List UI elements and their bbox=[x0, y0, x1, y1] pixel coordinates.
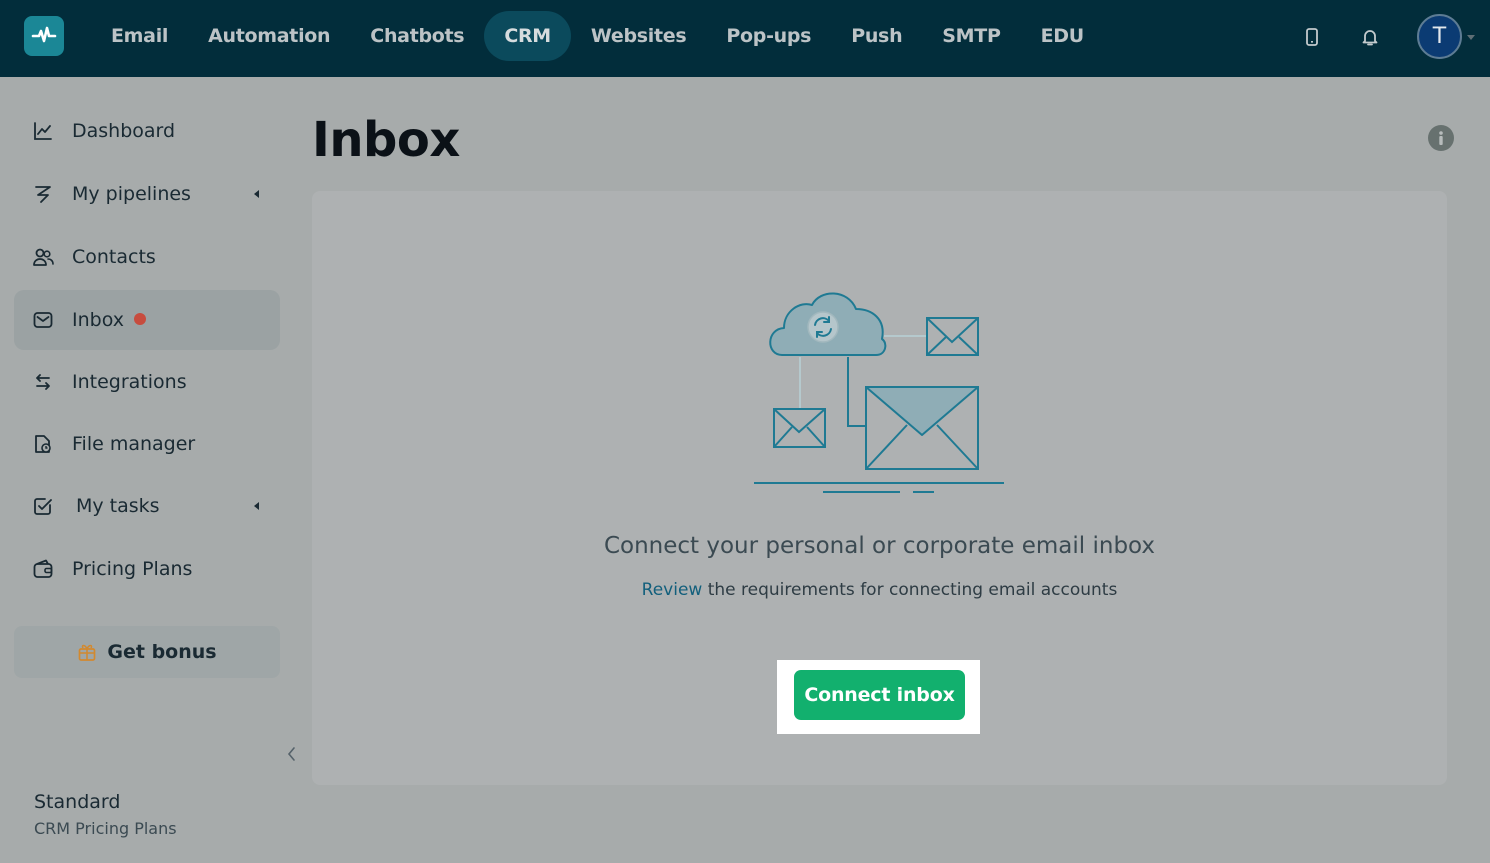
chevron-left-icon bbox=[287, 747, 295, 761]
nav-websites[interactable]: Websites bbox=[571, 11, 706, 61]
sidebar-item-my-pipelines[interactable]: My pipelines bbox=[14, 164, 280, 224]
chart-line-icon bbox=[32, 120, 54, 142]
cloud-email-illustration bbox=[754, 292, 1004, 493]
sidebar-item-label: Pricing Plans bbox=[72, 558, 193, 580]
sidebar-item-contacts[interactable]: Contacts bbox=[14, 227, 280, 287]
sidebar-item-file-manager[interactable]: File manager bbox=[14, 414, 280, 474]
wallet-icon bbox=[32, 558, 54, 580]
collapse-sidebar-button[interactable] bbox=[282, 744, 300, 764]
caret-left-icon[interactable] bbox=[254, 502, 259, 510]
nav-push[interactable]: Push bbox=[831, 11, 922, 61]
mobile-icon[interactable] bbox=[1299, 24, 1325, 50]
empty-state-headline: Connect your personal or corporate email… bbox=[603, 533, 1156, 559]
sidebar-item-label: My pipelines bbox=[72, 183, 191, 205]
connect-inbox-button[interactable]: Connect inbox bbox=[794, 670, 965, 720]
notification-dot bbox=[134, 313, 146, 325]
inbox-icon bbox=[32, 309, 54, 331]
pricing-plans-link[interactable]: CRM Pricing Plans bbox=[34, 819, 177, 838]
sidebar-item-label: Dashboard bbox=[72, 120, 176, 142]
sidebar: Dashboard My pipelines Contacts Inbox In… bbox=[0, 77, 296, 863]
review-requirements-link[interactable]: Review bbox=[642, 580, 703, 600]
sidebar-item-pricing-plans[interactable]: Pricing Plans bbox=[14, 539, 280, 599]
nav-email[interactable]: Email bbox=[91, 11, 188, 61]
bell-icon[interactable] bbox=[1357, 24, 1383, 50]
pulse-logo-icon bbox=[31, 26, 57, 43]
sidebar-item-integrations[interactable]: Integrations bbox=[14, 352, 280, 412]
sidebar-item-label: My tasks bbox=[76, 495, 160, 517]
sidebar-item-my-tasks[interactable]: My tasks bbox=[14, 476, 280, 536]
pipeline-icon bbox=[32, 183, 54, 205]
nav-smtp[interactable]: SMTP bbox=[922, 11, 1020, 61]
connect-inbox-highlight: Connect inbox bbox=[777, 660, 980, 734]
sidebar-item-label: Integrations bbox=[72, 371, 187, 393]
nav-popups[interactable]: Pop-ups bbox=[706, 11, 831, 61]
get-bonus-button[interactable]: Get bonus bbox=[14, 626, 280, 678]
plan-name: Standard bbox=[34, 791, 121, 813]
sidebar-item-label: Inbox bbox=[72, 290, 146, 350]
sidebar-item-label: Contacts bbox=[72, 246, 156, 268]
sidebar-item-label: File manager bbox=[72, 433, 196, 455]
top-navigation-bar: Email Automation Chatbots CRM Websites P… bbox=[0, 0, 1490, 77]
page-title: Inbox bbox=[312, 112, 460, 168]
nav-chatbots[interactable]: Chatbots bbox=[350, 11, 484, 61]
sidebar-item-inbox[interactable]: Inbox bbox=[14, 290, 280, 350]
subline-text: the requirements for connecting email ac… bbox=[702, 580, 1118, 600]
get-bonus-label: Get bonus bbox=[107, 641, 217, 663]
inbox-label: Inbox bbox=[72, 309, 124, 331]
nav-edu[interactable]: EDU bbox=[1021, 11, 1104, 61]
user-avatar[interactable]: T bbox=[1417, 14, 1462, 59]
info-icon[interactable] bbox=[1428, 125, 1454, 151]
contacts-icon bbox=[32, 246, 54, 268]
nav-crm[interactable]: CRM bbox=[484, 11, 571, 61]
app-logo[interactable] bbox=[24, 16, 64, 56]
sidebar-item-dashboard[interactable]: Dashboard bbox=[14, 101, 280, 161]
chevron-down-icon[interactable] bbox=[1467, 35, 1475, 40]
gift-icon bbox=[79, 644, 96, 661]
nav-automation[interactable]: Automation bbox=[188, 11, 350, 61]
file-manager-icon bbox=[32, 433, 54, 455]
task-check-icon bbox=[32, 495, 54, 517]
caret-left-icon[interactable] bbox=[254, 190, 259, 198]
arrows-swap-icon bbox=[32, 371, 54, 393]
main-nav: Email Automation Chatbots CRM Websites P… bbox=[91, 11, 1104, 61]
empty-state-subline: Review the requirements for connecting e… bbox=[312, 580, 1447, 600]
